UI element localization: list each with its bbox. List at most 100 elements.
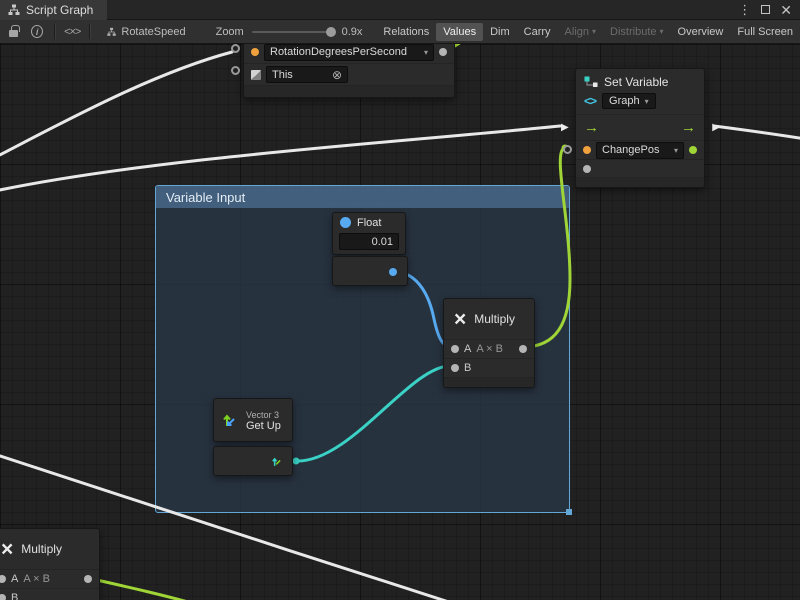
float-output-port[interactable] bbox=[389, 268, 397, 276]
vector3-icon bbox=[221, 412, 239, 430]
window-controls: ⋮ ✕ bbox=[738, 2, 800, 18]
script-graph-icon bbox=[8, 4, 20, 16]
value-output-port[interactable] bbox=[439, 48, 447, 56]
float-literal-node[interactable]: Float 0.01 bbox=[332, 212, 406, 255]
close-icon[interactable]: ✕ bbox=[780, 5, 792, 15]
scope-dropdown[interactable]: Graph ▾ bbox=[602, 93, 656, 109]
window-titlebar: Script Graph ⋮ ✕ bbox=[0, 0, 800, 20]
distribute-button[interactable]: Distribute▾ bbox=[603, 23, 670, 41]
variable-name-dropdown[interactable]: ChangePos ▾ bbox=[596, 142, 684, 159]
menu-icon[interactable]: ⋮ bbox=[738, 2, 751, 18]
vector3-port-strip[interactable] bbox=[213, 446, 293, 476]
overview-button[interactable]: Overview bbox=[671, 23, 731, 41]
value-output-port[interactable] bbox=[689, 146, 697, 154]
group-header[interactable]: Variable Input bbox=[156, 186, 569, 208]
input-b-row: B bbox=[0, 588, 99, 600]
variable-name-dropdown[interactable]: RotationDegreesPerSecond ▾ bbox=[264, 44, 434, 61]
result-output-port[interactable] bbox=[84, 575, 92, 583]
input-b-port[interactable] bbox=[451, 364, 459, 372]
vector3-output-port[interactable] bbox=[270, 455, 284, 469]
vector3-get-up-node[interactable]: Vector 3 Get Up bbox=[213, 398, 293, 442]
result-output-port[interactable] bbox=[519, 345, 527, 353]
toolbar-buttons: Relations Values Dim Carry Align▾ Distri… bbox=[376, 23, 800, 41]
set-variable-icon bbox=[584, 76, 598, 88]
set-variable-node[interactable]: Set Variable <> Graph ▾ → → ▶ ▶ ChangePo… bbox=[575, 68, 705, 188]
target-field[interactable]: This ⊗ bbox=[266, 66, 348, 83]
fullscreen-button[interactable]: Full Screen bbox=[730, 23, 800, 41]
node-title: Get Up bbox=[246, 420, 281, 433]
wire-to-get-variable[interactable] bbox=[0, 52, 232, 160]
maximize-icon[interactable] bbox=[761, 5, 770, 14]
node-header: Set Variable <> Graph ▾ bbox=[576, 69, 704, 114]
graph-canvas[interactable]: Variable Input RotationDegreesPerSecond … bbox=[0, 44, 800, 600]
multiply-node-bottom[interactable]: × Multiply A A × B B bbox=[0, 528, 100, 600]
multiply-node[interactable]: × Multiply A A × B B bbox=[443, 298, 535, 388]
graph-breadcrumb-icon bbox=[107, 27, 116, 37]
relations-button[interactable]: Relations bbox=[376, 23, 436, 41]
flow-output-arrow-icon[interactable]: → bbox=[681, 120, 696, 135]
gameobject-cube-icon bbox=[251, 70, 261, 80]
input-b-port[interactable] bbox=[0, 594, 6, 600]
input-a-port[interactable] bbox=[451, 345, 459, 353]
node-type-label: Vector 3 bbox=[246, 410, 281, 420]
value-input-port[interactable] bbox=[583, 165, 591, 173]
wire-flow-into-set-variable[interactable] bbox=[0, 126, 560, 192]
info-icon[interactable]: i bbox=[31, 25, 43, 38]
caret-down-icon: ▾ bbox=[660, 27, 664, 36]
variable-icon bbox=[583, 146, 591, 154]
lock-icon[interactable] bbox=[9, 30, 18, 37]
node-title: Float bbox=[357, 217, 381, 229]
input-a-row: A A × B bbox=[444, 339, 534, 358]
flow-input-arrow-icon[interactable]: → bbox=[584, 120, 599, 135]
value-input-row bbox=[576, 159, 704, 177]
tab-script-graph[interactable]: Script Graph bbox=[0, 0, 107, 20]
multiply-icon: × bbox=[1, 539, 13, 560]
variable-name-row: ChangePos ▾ bbox=[576, 140, 704, 159]
caret-down-icon: ▾ bbox=[674, 146, 678, 155]
variable-name-row: RotationDegreesPerSecond ▾ bbox=[244, 44, 454, 63]
node-header: Float bbox=[333, 213, 405, 232]
node-header: × Multiply bbox=[0, 529, 99, 569]
node-title: Multiply bbox=[474, 312, 515, 326]
name-input-port[interactable] bbox=[231, 44, 240, 53]
input-a-row: A A × B bbox=[0, 569, 99, 588]
node-header: × Multiply bbox=[444, 299, 534, 339]
input-a-port[interactable] bbox=[0, 575, 6, 583]
align-button[interactable]: Align▾ bbox=[558, 23, 603, 41]
flow-input-marker: ▶ bbox=[561, 122, 569, 133]
node-title: Multiply bbox=[21, 542, 62, 556]
zoom-slider[interactable] bbox=[252, 25, 336, 39]
node-footer bbox=[444, 377, 534, 387]
caret-down-icon: ▾ bbox=[645, 97, 649, 106]
variable-icon bbox=[251, 48, 259, 56]
group-title: Variable Input bbox=[166, 190, 245, 205]
flow-row: → → ▶ ▶ bbox=[576, 114, 704, 140]
graph-toolbar: i <×> RotateSpeed Zoom 0.9x Relations Va… bbox=[0, 20, 800, 44]
group-resize-handle[interactable] bbox=[566, 509, 572, 515]
value-input-port-outer[interactable] bbox=[563, 145, 572, 154]
separator bbox=[54, 24, 55, 39]
zoom-value: 0.9x bbox=[342, 26, 363, 38]
target-input-port[interactable] bbox=[231, 66, 240, 75]
caret-down-icon: ▾ bbox=[424, 48, 428, 57]
carry-button[interactable]: Carry bbox=[517, 23, 558, 41]
values-button[interactable]: Values bbox=[436, 23, 483, 41]
float-icon bbox=[340, 217, 351, 228]
breadcrumb-graph-name[interactable]: RotateSpeed bbox=[121, 26, 185, 38]
target-row: This ⊗ bbox=[244, 63, 454, 85]
dim-button[interactable]: Dim bbox=[483, 23, 517, 41]
node-header: Vector 3 Get Up bbox=[214, 399, 292, 443]
window-title: Script Graph bbox=[26, 3, 93, 17]
get-variable-node[interactable]: RotationDegreesPerSecond ▾ This ⊗ bbox=[243, 44, 455, 98]
float-value-input[interactable]: 0.01 bbox=[339, 233, 399, 250]
zoom-slider-track[interactable] bbox=[252, 31, 336, 33]
inspector-icon[interactable]: <×> bbox=[64, 26, 80, 38]
object-picker-icon[interactable]: ⊗ bbox=[332, 68, 342, 82]
zoom-slider-thumb[interactable] bbox=[326, 27, 336, 37]
wire-multiply-bottom-output[interactable] bbox=[88, 578, 206, 600]
graph-scope-icon: <> bbox=[584, 94, 596, 108]
wire-flow-out-of-set-variable[interactable] bbox=[714, 126, 800, 140]
float-port-strip[interactable] bbox=[332, 256, 408, 286]
zoom-label: Zoom bbox=[216, 26, 244, 38]
value-row: 0.01 bbox=[333, 232, 405, 254]
